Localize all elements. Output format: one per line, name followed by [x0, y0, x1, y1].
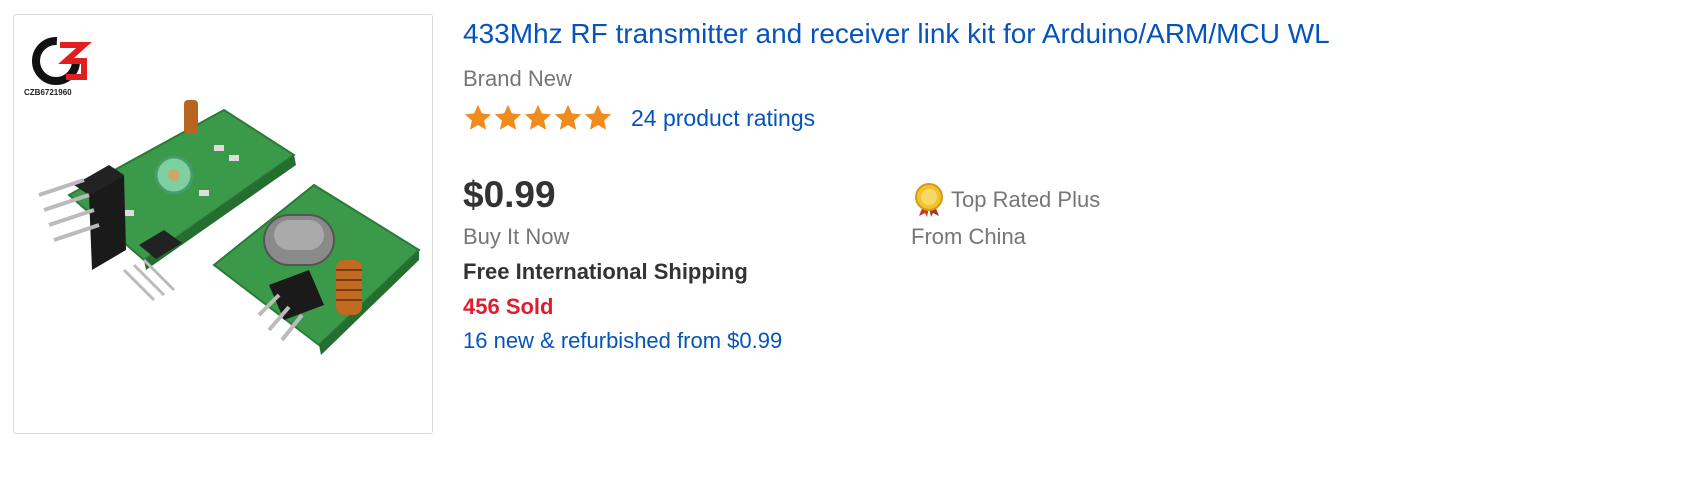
top-rated-label: Top Rated Plus	[951, 187, 1101, 212]
seller-logo: CZB6721960	[24, 37, 92, 97]
star-icon	[494, 104, 522, 130]
star-icon	[524, 104, 552, 130]
sold-count: 456 Sold	[463, 294, 554, 319]
listing-details: 433Mhz RF transmitter and receiver link …	[463, 0, 1663, 484]
product-ratings-link[interactable]: 24 product ratings	[631, 105, 815, 132]
rating-row: 24 product ratings	[463, 102, 815, 134]
star-icon	[464, 104, 492, 130]
top-rated-medal-icon	[915, 183, 943, 217]
receiver-board	[212, 183, 421, 355]
new-refurbished-link[interactable]: 16 new & refurbished from $0.99	[463, 328, 782, 354]
listing-title-link[interactable]: 433Mhz RF transmitter and receiver link …	[463, 18, 1330, 50]
logo-watermark: CZB6721960	[24, 88, 72, 97]
item-location: From China	[911, 224, 1026, 249]
star-icon	[554, 104, 582, 130]
item-condition: Brand New	[463, 66, 572, 91]
star-icon	[584, 104, 612, 130]
product-image[interactable]: CZB6721960	[13, 14, 433, 434]
star-rating	[463, 103, 613, 133]
item-price: $0.99	[463, 174, 556, 215]
rf-module-photo: CZB6721960	[24, 37, 421, 355]
buying-format: Buy It Now	[463, 224, 570, 249]
shipping-info: Free International Shipping	[463, 259, 748, 284]
top-rated-badge: Top Rated Plus	[911, 182, 1100, 218]
antenna-coil	[336, 260, 362, 315]
